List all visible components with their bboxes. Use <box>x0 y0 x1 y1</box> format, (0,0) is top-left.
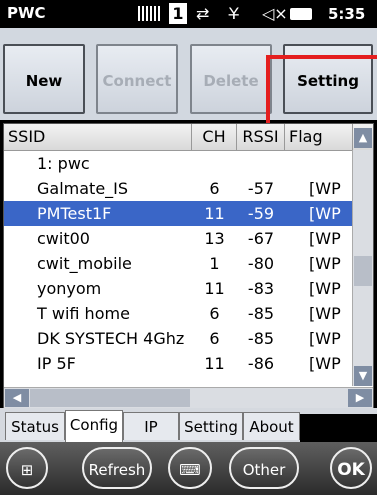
column-header-flag[interactable]: Flag <box>285 124 353 150</box>
rssi-cell: -67 <box>247 229 275 248</box>
tab-ip[interactable]: IP <box>123 412 179 440</box>
list-item[interactable]: Galmate_IS 6 -57 [WP <box>4 176 352 201</box>
list-item-selected[interactable]: PMTest1F 11 -59 [WP <box>4 201 352 226</box>
ch-cell: 11 <box>204 354 225 373</box>
tab-bar: Status Config IP Setting About <box>0 408 377 442</box>
volume-muted-icon[interactable]: ◁× <box>262 4 288 24</box>
setting-button[interactable]: Setting <box>283 44 373 114</box>
flag-cell: [WP <box>309 179 341 198</box>
list-item[interactable]: cwit00 13 -67 [WP <box>4 226 352 251</box>
delete-button[interactable]: Delete <box>190 44 272 114</box>
flag-cell: [WP <box>309 354 341 373</box>
vertical-scrollbar[interactable]: ▲ ▼ <box>352 128 373 386</box>
battery-icon <box>290 8 312 20</box>
refresh-button[interactable]: Refresh <box>82 447 152 489</box>
rssi-cell: -85 <box>247 304 275 323</box>
ssid-cell: T wifi home <box>37 304 130 323</box>
list-item[interactable]: yonyom 11 -83 [WP <box>4 276 352 301</box>
ch-cell: 6 <box>209 304 220 323</box>
column-header-rssi[interactable]: RSSI <box>237 124 285 150</box>
scroll-left-icon[interactable]: ◀ <box>5 389 29 407</box>
list-header: SSID CH RSSI Flag <box>4 124 373 151</box>
scroll-up-icon[interactable]: ▲ <box>354 128 372 148</box>
connect-button[interactable]: Connect <box>96 44 178 114</box>
notification-one-icon[interactable]: 1 <box>169 3 187 24</box>
rssi-cell: -83 <box>247 279 275 298</box>
rssi-cell: -86 <box>247 354 275 373</box>
softkey-bar: ⊞ Refresh ⌨ Other OK <box>0 442 377 495</box>
column-header-ssid[interactable]: SSID <box>4 124 192 150</box>
ssid-cell: Galmate_IS <box>37 179 129 198</box>
vertical-scroll-thumb[interactable] <box>354 256 372 286</box>
sync-icon: ⇄ <box>196 4 210 23</box>
clock-time: 5:35 <box>328 5 366 23</box>
tab-strip-filler <box>300 414 377 442</box>
ch-cell: 1 <box>209 254 220 273</box>
ssid-cell: 1: pwc <box>37 154 90 173</box>
scroll-right-icon[interactable]: ▶ <box>348 389 372 407</box>
flag-cell: [WP <box>309 229 341 248</box>
list-item[interactable]: T wifi home 6 -85 [WP <box>4 301 352 326</box>
tab-config[interactable]: Config <box>65 410 123 442</box>
rssi-cell: -59 <box>247 204 275 223</box>
ssid-cell: yonyom <box>37 279 102 298</box>
ch-cell: 11 <box>204 204 225 223</box>
no-signal-icon: Y̶ <box>229 4 239 23</box>
ch-cell: 13 <box>204 229 225 248</box>
tab-about[interactable]: About <box>243 412 300 440</box>
other-button[interactable]: Other <box>229 447 299 489</box>
flag-cell: [WP <box>309 204 341 223</box>
rssi-cell: -85 <box>247 329 275 348</box>
flag-cell: [WP <box>309 254 341 273</box>
toolbar: New Connect Delete Setting <box>0 28 377 120</box>
tab-setting[interactable]: Setting <box>179 412 243 440</box>
list-item[interactable]: DK SYSTECH 4Ghz 6 -85 [WP <box>4 326 352 351</box>
rssi-cell: -57 <box>247 179 275 198</box>
keyboard-icon[interactable]: ⌨ <box>168 447 212 489</box>
ssid-cell: DK SYSTECH 4Ghz <box>37 329 185 348</box>
ok-button[interactable]: OK <box>330 447 372 489</box>
list-item[interactable]: 1: pwc <box>4 151 352 176</box>
flag-cell: [WP <box>309 279 341 298</box>
list-item[interactable]: IP 5F 11 -86 [WP <box>4 351 352 376</box>
scroll-down-icon[interactable]: ▼ <box>354 366 372 386</box>
flag-cell: [WP <box>309 304 341 323</box>
tab-status[interactable]: Status <box>5 412 65 440</box>
rssi-cell: -80 <box>247 254 275 273</box>
ssid-cell: IP 5F <box>37 354 76 373</box>
status-bar: PWC 1 ⇄ Y̶ ◁× 5:35 <box>0 0 377 28</box>
ssid-cell: cwit00 <box>37 229 90 248</box>
column-header-ch[interactable]: CH <box>192 124 237 150</box>
ch-cell: 6 <box>209 329 220 348</box>
ssid-cell: cwit_mobile <box>37 254 132 273</box>
horizontal-scroll-thumb[interactable] <box>30 389 190 407</box>
new-button[interactable]: New <box>3 44 85 114</box>
windows-start-icon[interactable]: ⊞ <box>6 447 48 489</box>
horizontal-scrollbar[interactable]: ◀ ▶ <box>4 387 373 408</box>
ch-cell: 6 <box>209 179 220 198</box>
flag-cell: [WP <box>309 329 341 348</box>
ch-cell: 11 <box>204 279 225 298</box>
app-title: PWC <box>7 4 46 22</box>
network-list: SSID CH RSSI Flag 1: pwc Galmate_IS 6 -5… <box>3 123 374 409</box>
battery-level-icon <box>138 6 160 21</box>
list-item[interactable]: cwit_mobile 1 -80 [WP <box>4 251 352 276</box>
ssid-cell: PMTest1F <box>37 204 112 223</box>
